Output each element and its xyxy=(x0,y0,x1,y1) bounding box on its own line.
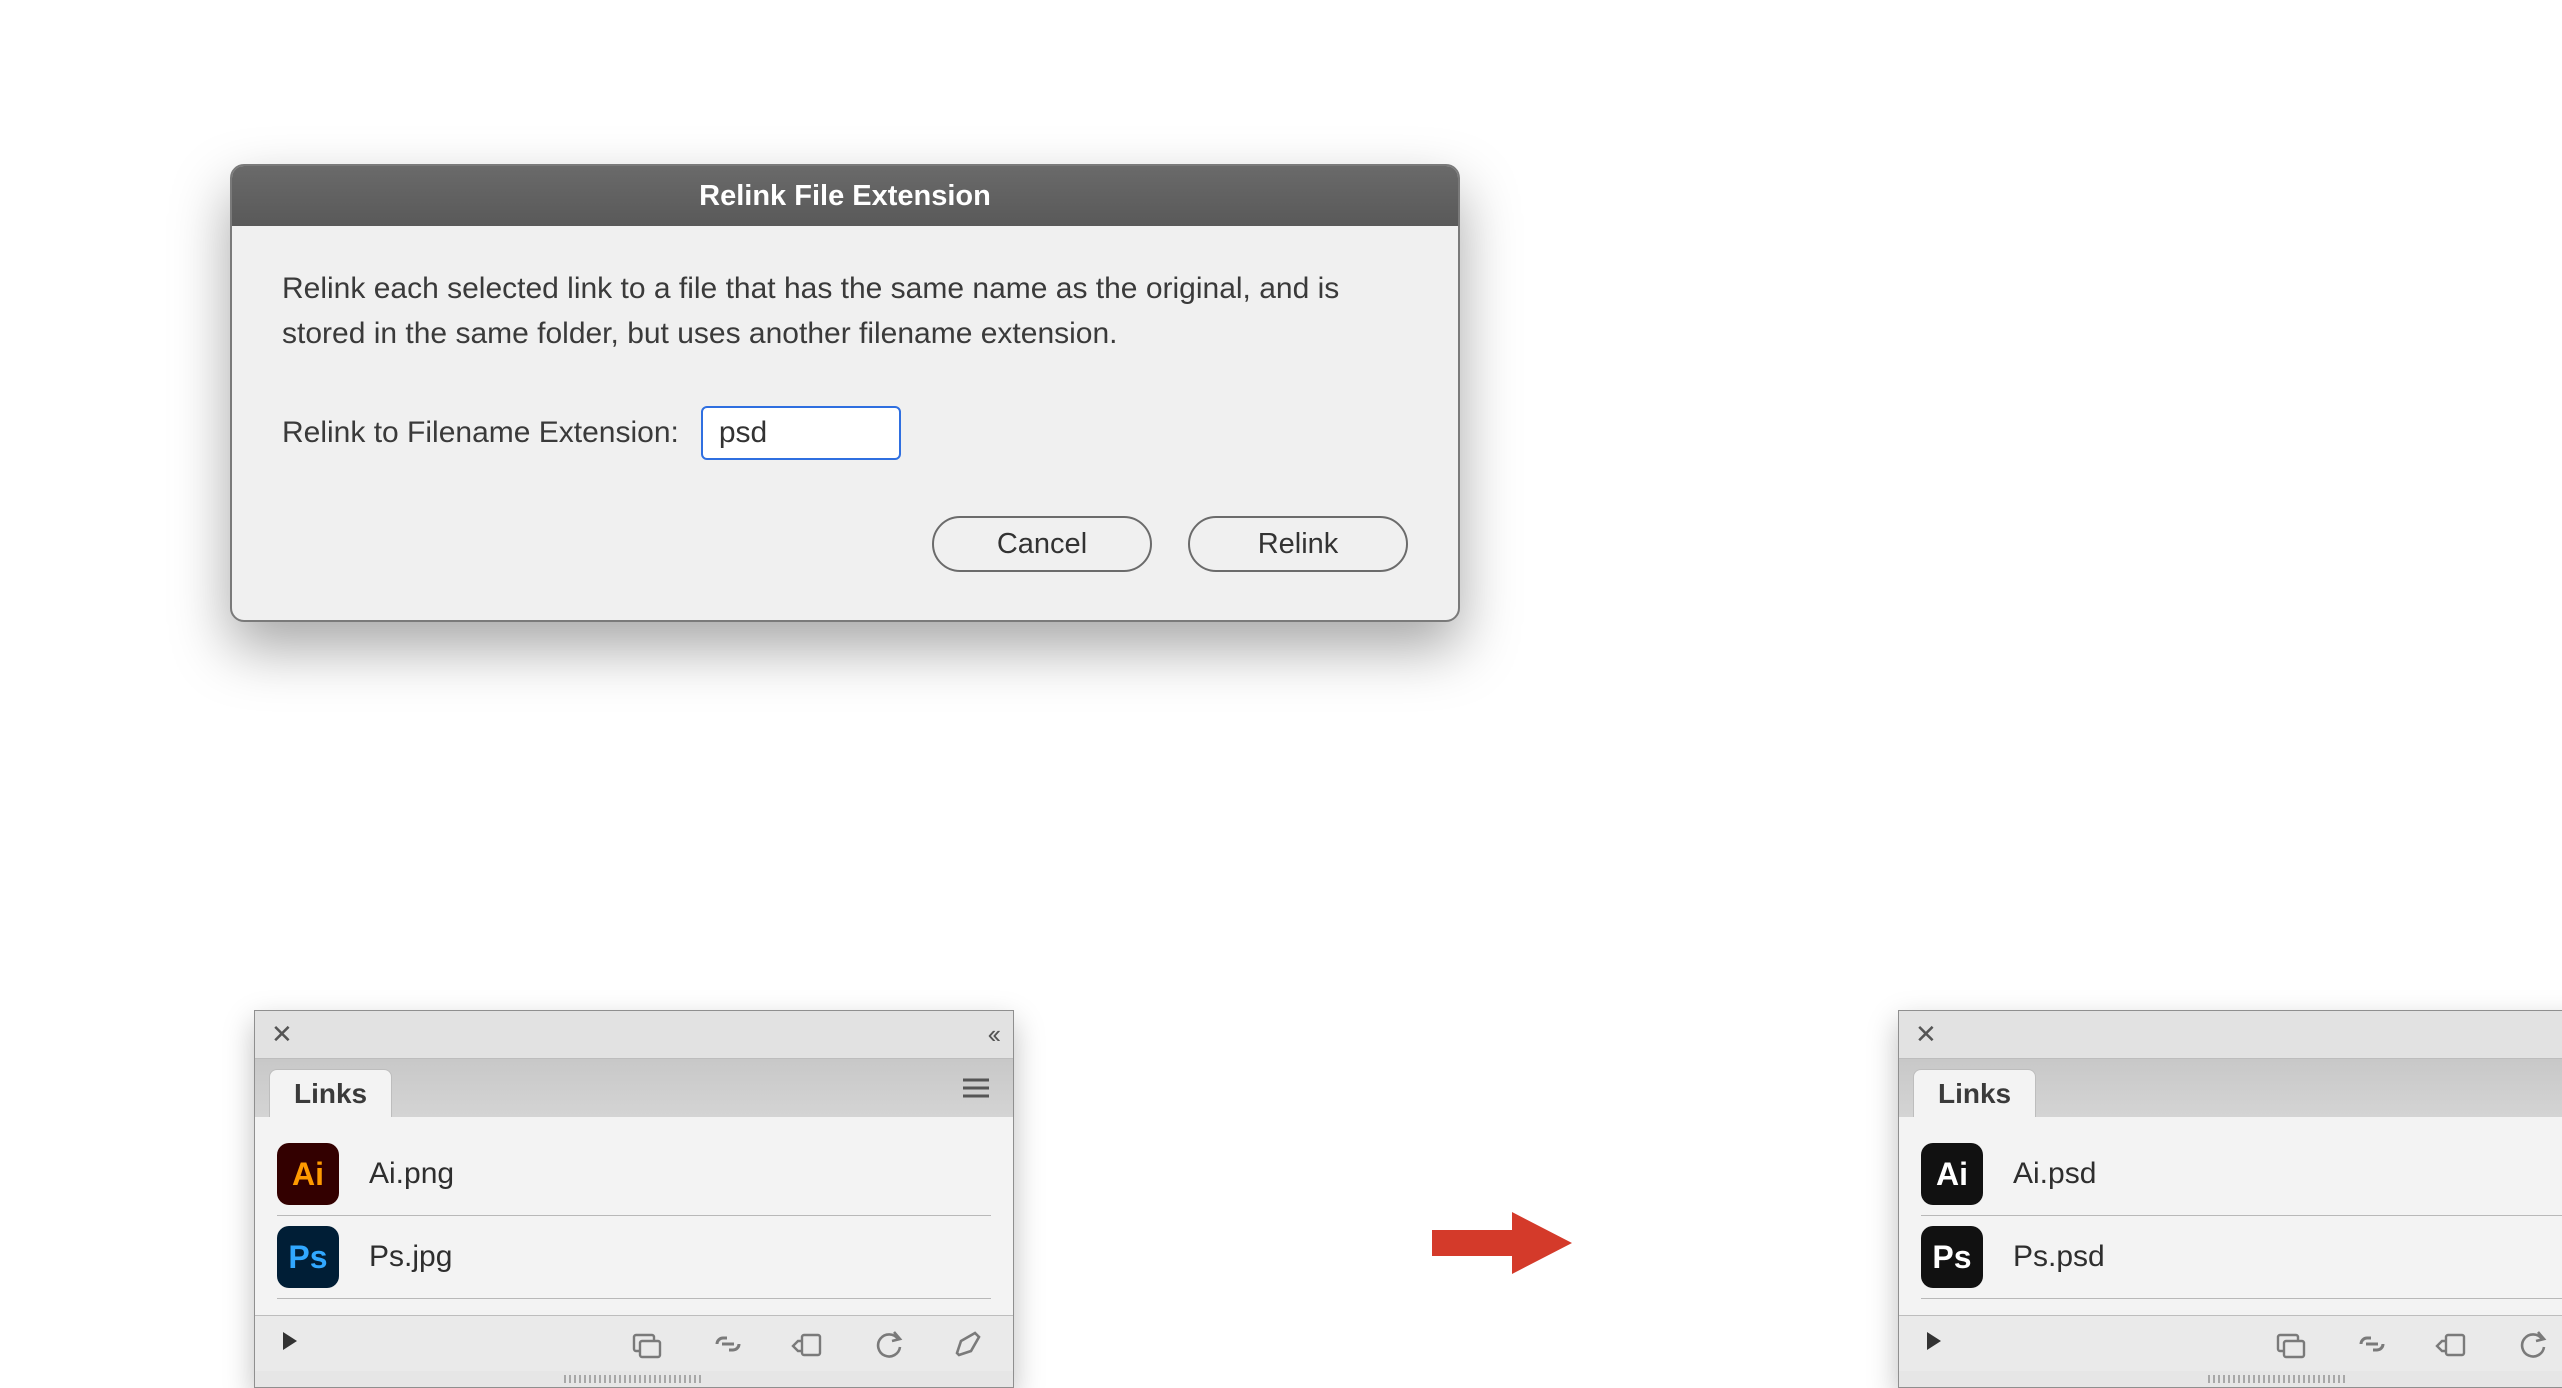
row-separator xyxy=(1921,1215,2562,1216)
link-filename: Ai.png xyxy=(369,1157,454,1191)
goto-link-icon[interactable] xyxy=(787,1328,829,1360)
panel-tabs: Links xyxy=(1899,1059,2562,1117)
relink-file-extension-dialog: Relink File Extension Relink each select… xyxy=(230,164,1460,622)
photoshop-icon: Ps xyxy=(1921,1226,1983,1288)
extension-label: Relink to Filename Extension: xyxy=(282,416,679,450)
goto-link-icon[interactable] xyxy=(2431,1328,2473,1360)
links-panel-after: ✕ ‹‹ Links Ai Ai.psd Ps Ps.psd xyxy=(1898,1010,2562,1388)
disclosure-triangle-icon[interactable] xyxy=(279,1330,301,1357)
panel-list: Ai Ai.psd Ps Ps.psd xyxy=(1899,1117,2562,1315)
illustrator-icon: Ai xyxy=(277,1143,339,1205)
close-icon[interactable]: ✕ xyxy=(271,1019,293,1050)
illustrator-icon: Ai xyxy=(1921,1143,1983,1205)
edit-original-icon[interactable] xyxy=(947,1328,989,1360)
tabs-spacer xyxy=(2036,1059,2562,1117)
panel-topbar: ✕ ‹‹ xyxy=(255,1011,1013,1059)
disclosure-triangle-icon[interactable] xyxy=(1923,1330,1945,1357)
relink-icon[interactable] xyxy=(707,1328,749,1360)
relink-button[interactable]: Relink xyxy=(1188,516,1408,572)
photoshop-icon: Ps xyxy=(277,1226,339,1288)
dialog-body: Relink each selected link to a file that… xyxy=(232,226,1458,620)
list-item[interactable]: Ai Ai.psd xyxy=(1921,1135,2562,1213)
update-link-icon[interactable] xyxy=(867,1328,909,1360)
dialog-description: Relink each selected link to a file that… xyxy=(282,266,1408,356)
arrow-icon xyxy=(1432,1208,1572,1278)
panel-footer xyxy=(1899,1315,2562,1371)
cancel-button-label: Cancel xyxy=(997,528,1087,561)
panel-resize-grip[interactable] xyxy=(1899,1371,2562,1387)
row-separator xyxy=(1921,1298,2562,1299)
update-link-icon[interactable] xyxy=(2511,1328,2553,1360)
tab-label: Links xyxy=(1938,1078,2011,1110)
close-icon[interactable]: ✕ xyxy=(1915,1019,1937,1050)
relink-from-cc-icon[interactable] xyxy=(627,1328,669,1360)
cancel-button[interactable]: Cancel xyxy=(932,516,1152,572)
tabs-spacer xyxy=(392,1059,953,1117)
collapse-icon[interactable]: ‹‹ xyxy=(988,1019,997,1050)
row-separator xyxy=(277,1215,991,1216)
panel-footer xyxy=(255,1315,1013,1371)
links-panel-before: ✕ ‹‹ Links Ai Ai.png Ps Ps.jpg xyxy=(254,1010,1014,1388)
dialog-buttons: Cancel Relink xyxy=(282,516,1408,572)
list-item[interactable]: Ai Ai.png xyxy=(277,1135,991,1213)
extension-input[interactable] xyxy=(701,406,901,460)
tab-links[interactable]: Links xyxy=(269,1069,392,1117)
extension-row: Relink to Filename Extension: xyxy=(282,406,1408,460)
relink-from-cc-icon[interactable] xyxy=(2271,1328,2313,1360)
link-filename: Ps.jpg xyxy=(369,1240,452,1274)
dialog-title: Relink File Extension xyxy=(699,180,991,213)
panel-topbar: ✕ ‹‹ xyxy=(1899,1011,2562,1059)
link-filename: Ai.psd xyxy=(2013,1157,2096,1191)
panel-tabs: Links xyxy=(255,1059,1013,1117)
list-item[interactable]: Ps Ps.psd xyxy=(1921,1218,2562,1296)
relink-icon[interactable] xyxy=(2351,1328,2393,1360)
relink-button-label: Relink xyxy=(1258,528,1339,561)
row-separator xyxy=(277,1298,991,1299)
tab-label: Links xyxy=(294,1078,367,1110)
dialog-titlebar[interactable]: Relink File Extension xyxy=(232,166,1458,226)
panel-menu-icon[interactable] xyxy=(953,1059,999,1117)
list-item[interactable]: Ps Ps.jpg xyxy=(277,1218,991,1296)
link-filename: Ps.psd xyxy=(2013,1240,2105,1274)
panel-resize-grip[interactable] xyxy=(255,1371,1013,1387)
panel-list: Ai Ai.png Ps Ps.jpg xyxy=(255,1117,1013,1315)
tab-links[interactable]: Links xyxy=(1913,1069,2036,1117)
